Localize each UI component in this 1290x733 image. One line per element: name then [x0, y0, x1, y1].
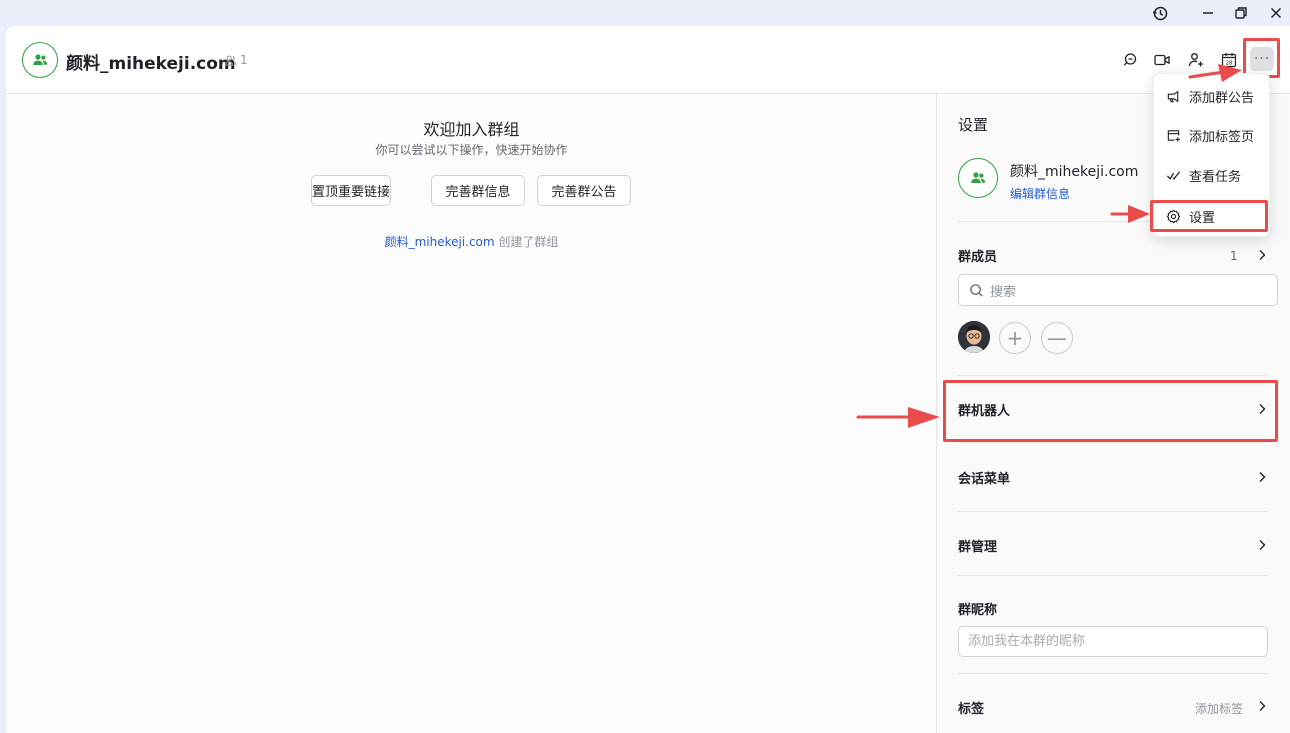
add-member-button[interactable]: +	[999, 322, 1031, 354]
complete-announcement-button[interactable]: 完善群公告	[537, 175, 631, 206]
group-manage-item[interactable]: 群管理	[958, 536, 997, 555]
created-text: 创建了群组	[494, 235, 559, 249]
arrow-to-more-button	[1188, 64, 1242, 82]
restore-icon[interactable]	[1229, 2, 1253, 24]
divider	[958, 511, 1267, 512]
menu-item-view-tasks[interactable]: 查看任务	[1154, 157, 1271, 193]
arrow-to-group-bots	[856, 407, 940, 428]
add-tab-icon	[1167, 129, 1180, 142]
video-call-icon[interactable]	[1152, 50, 1172, 70]
highlight-group-bots	[943, 380, 1278, 442]
edit-group-info-link[interactable]: 编辑群信息	[1010, 185, 1070, 202]
highlight-settings-item	[1150, 200, 1268, 232]
divider	[958, 375, 1267, 376]
members-chevron-right-icon[interactable]	[1255, 248, 1269, 262]
divider	[958, 575, 1267, 576]
tags-label[interactable]: 标签	[958, 698, 984, 717]
members-icon	[224, 55, 237, 66]
menu-item-label: 添加群公告	[1189, 90, 1255, 106]
member-count-value: 1	[240, 53, 248, 67]
creator-link[interactable]: 颜料_mihekeji.com	[385, 235, 495, 249]
welcome-subtitle: 你可以尝试以下操作，快速开始协作	[375, 143, 568, 157]
nickname-label: 群昵称	[958, 603, 998, 618]
group-icon	[971, 172, 986, 183]
announcement-icon	[1167, 90, 1179, 102]
close-icon[interactable]	[1264, 2, 1288, 24]
members-count: 1	[1230, 249, 1238, 263]
menu-item-label: 添加标签页	[1189, 129, 1255, 145]
chat-title: 颜料_mihekeji.com	[66, 54, 236, 74]
menu-item-label: 查看任务	[1189, 169, 1242, 185]
plus-icon: +	[1006, 326, 1024, 350]
group-icon	[33, 54, 48, 65]
side-group-avatar[interactable]	[958, 158, 998, 198]
member-search-input[interactable]: 搜索	[958, 274, 1278, 306]
manage-chevron-right-icon[interactable]	[1255, 538, 1269, 552]
divider	[958, 673, 1267, 674]
group-avatar[interactable]	[22, 42, 58, 78]
minus-icon: —	[1047, 326, 1067, 350]
highlight-more-button	[1243, 38, 1280, 78]
chat-search-icon[interactable]	[1120, 50, 1140, 70]
member-count[interactable]: 1	[224, 53, 248, 67]
arrow-to-settings-item	[1110, 205, 1150, 223]
menu-item-add-tab[interactable]: 添加标签页	[1154, 117, 1271, 153]
member-avatar[interactable]	[958, 321, 990, 353]
title-bar	[0, 0, 1290, 26]
chat-menu-chevron-right-icon[interactable]	[1255, 470, 1269, 484]
search-placeholder: 搜索	[990, 284, 1017, 300]
chat-menu-item[interactable]: 会话菜单	[958, 468, 1010, 487]
minimize-icon[interactable]	[1196, 2, 1220, 24]
settings-title: 设置	[958, 116, 989, 134]
side-group-name: 颜料_mihekeji.com	[1010, 164, 1139, 180]
nickname-input[interactable]	[958, 626, 1268, 657]
members-label[interactable]: 群成员	[958, 246, 997, 265]
welcome-title: 欢迎加入群组	[423, 120, 520, 139]
chat-header: 颜料_mihekeji.com 1 28 ···	[6, 26, 1290, 94]
system-message: 颜料_mihekeji.com 创建了群组	[6, 233, 937, 250]
pin-links-button[interactable]: 置顶重要链接	[311, 175, 391, 206]
tags-chevron-right-icon[interactable]	[1255, 699, 1269, 713]
history-icon[interactable]	[1148, 2, 1172, 24]
divider	[958, 442, 1267, 443]
add-tag-link[interactable]: 添加标签	[1195, 700, 1243, 717]
complete-group-info-button[interactable]: 完善群信息	[431, 175, 525, 206]
chat-main-area: 欢迎加入群组 你可以尝试以下操作，快速开始协作 置顶重要链接 完善群信息 完善群…	[6, 94, 937, 733]
task-check-icon	[1166, 170, 1181, 180]
remove-member-button[interactable]: —	[1041, 322, 1073, 354]
search-icon	[970, 283, 983, 297]
